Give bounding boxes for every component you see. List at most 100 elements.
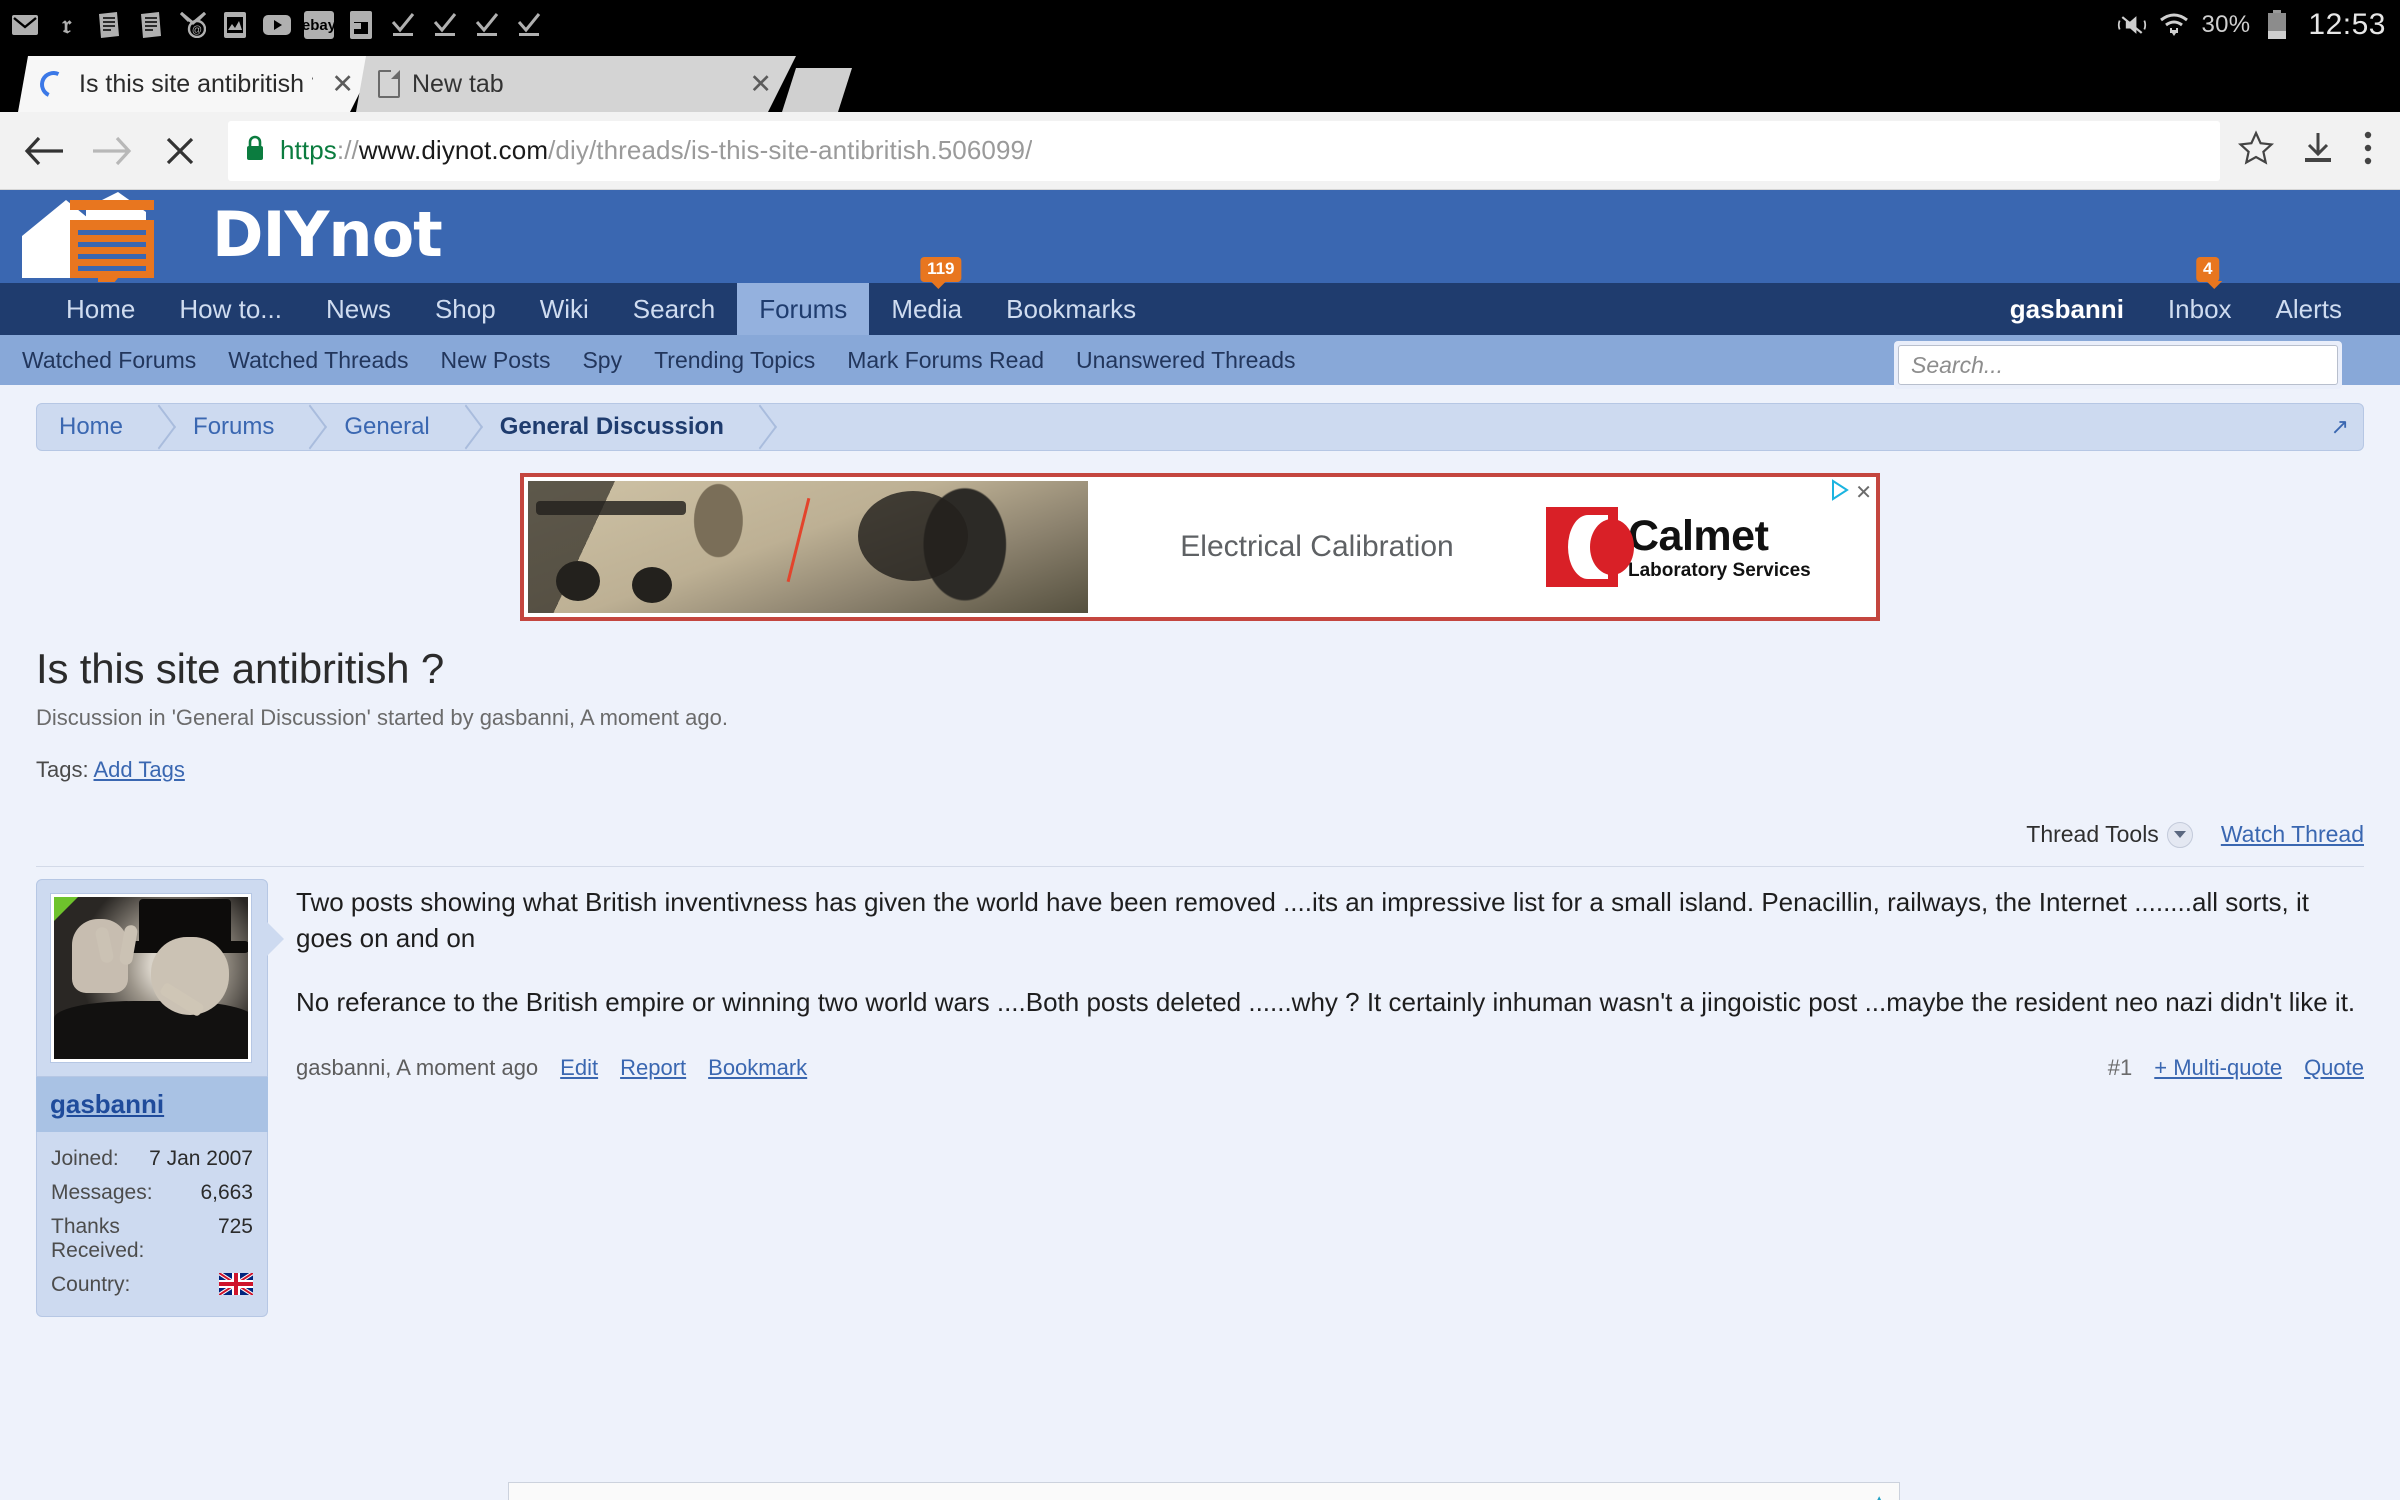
nav-item-alerts[interactable]: Alerts: [2254, 283, 2364, 335]
photos-icon: [220, 10, 250, 40]
main-navigation: Home How to... News Shop Wiki Search For…: [0, 257, 2400, 335]
stat-row-joined: Joined: 7 Jan 2007: [51, 1142, 253, 1176]
stat-row-messages: Messages: 6,663: [51, 1176, 253, 1210]
check-icon: [514, 10, 544, 40]
breadcrumb-item-home[interactable]: Home: [37, 404, 145, 450]
nav-item-account[interactable]: gasbanni: [1988, 283, 2146, 335]
post-number: #1: [2107, 1054, 2133, 1080]
watch-thread-link[interactable]: Watch Thread: [2221, 821, 2364, 848]
loading-spinner-icon: [36, 66, 71, 102]
ad-brand: Calmet Laboratory Services: [1546, 477, 1876, 617]
subnav-spy[interactable]: Spy: [582, 347, 622, 374]
post-container: gasbanni Joined: 7 Jan 2007 Messages: 6,…: [0, 867, 2400, 1317]
tab-close-icon[interactable]: ✕: [743, 70, 778, 98]
stop-loading-button[interactable]: [150, 121, 210, 181]
overflow-menu-icon[interactable]: [2362, 130, 2374, 171]
subnav-watched-forums[interactable]: Watched Forums: [22, 347, 196, 374]
stat-row-thanks: Thanks Received: 725: [51, 1210, 253, 1268]
nav-item-news[interactable]: News: [304, 283, 413, 335]
ad-banner[interactable]: Electrical Calibration Calmet Laboratory…: [520, 473, 1880, 621]
stat-value: 7 Jan 2007: [149, 1147, 253, 1170]
cursor-icon: ▲: [1869, 1491, 1889, 1500]
subnav-new-posts[interactable]: New Posts: [441, 347, 551, 374]
breadcrumb-container: Home Forums General General Discussion ↗: [0, 385, 2400, 451]
add-tags-link[interactable]: Add Tags: [94, 757, 185, 782]
breadcrumb-item-general-discussion[interactable]: General Discussion: [478, 404, 746, 450]
report-link[interactable]: Report: [620, 1055, 686, 1081]
breadcrumb-item-general[interactable]: General: [322, 404, 451, 450]
svg-text:@: @: [192, 25, 202, 36]
url-separator: ://: [336, 135, 359, 165]
breadcrumb-item-forums[interactable]: Forums: [171, 404, 296, 450]
youtube-icon: [262, 10, 292, 40]
nav-item-forums[interactable]: Forums: [737, 283, 870, 335]
browser-toolbar: https://www.diynot.com/diy/threads/is-th…: [0, 112, 2400, 190]
tab-close-icon[interactable]: ✕: [325, 70, 360, 98]
nav-item-media[interactable]: 119 Media: [869, 257, 984, 335]
status-clock: 12:53: [2308, 8, 2386, 41]
subnav-watched-threads[interactable]: Watched Threads: [228, 347, 408, 374]
breadcrumb-label: Forums: [193, 413, 275, 440]
avatar[interactable]: [50, 893, 252, 1063]
check-icon: [388, 10, 418, 40]
avatar-card: [36, 879, 284, 1077]
url-bar[interactable]: https://www.diynot.com/diy/threads/is-th…: [228, 120, 2220, 181]
bottom-partial-panel: ▲: [508, 1482, 1900, 1500]
quote-link[interactable]: Quote: [2304, 1055, 2364, 1081]
star-icon[interactable]: [2237, 130, 2275, 171]
breadcrumb-label: Home: [59, 413, 124, 440]
nav-label: Bookmarks: [1006, 293, 1137, 324]
breadcrumb-label: General: [344, 413, 430, 440]
thread-tools-label: Thread Tools: [2026, 821, 2159, 847]
stat-label: Thanks Received:: [51, 1215, 145, 1262]
sub-navigation: Watched Forums Watched Threads New Posts…: [0, 335, 2400, 389]
nav-item-inbox[interactable]: 4 Inbox: [2146, 257, 2254, 335]
check-icon: [472, 10, 502, 40]
thread-tools-button[interactable]: Thread Tools: [2026, 821, 2193, 848]
breadcrumb-expand-icon[interactable]: ↗: [2331, 414, 2349, 440]
nav-item-shop[interactable]: Shop: [413, 283, 518, 335]
nav-item-how-to[interactable]: How to...: [157, 283, 304, 335]
ad-close-icon[interactable]: ✕: [1855, 480, 1872, 505]
nav-label: Shop: [434, 293, 496, 324]
thread-title: Is this site antibritish ?: [36, 645, 444, 692]
post-username-link[interactable]: gasbanni: [50, 1089, 164, 1119]
back-button[interactable]: [14, 121, 74, 181]
subnav-mark-forums-read[interactable]: Mark Forums Read: [847, 347, 1044, 374]
nav-item-search[interactable]: Search: [611, 283, 737, 335]
nav-item-bookmarks[interactable]: Bookmarks: [984, 283, 1158, 335]
android-status-bar: 𝔯 @ ebay 30% 12:53: [0, 0, 2400, 50]
multi-quote-link[interactable]: + Multi-quote: [2154, 1055, 2282, 1081]
forward-button: [82, 121, 142, 181]
subnav-trending-topics[interactable]: Trending Topics: [654, 347, 815, 374]
search-input[interactable]: Search...: [1898, 345, 2338, 385]
nav-label: Inbox: [2167, 293, 2232, 324]
page-icon: [378, 70, 400, 98]
edit-link[interactable]: Edit: [560, 1055, 598, 1081]
media-badge: 119: [920, 257, 962, 289]
nav-item-home[interactable]: Home: [44, 283, 157, 335]
download-icon[interactable]: [2300, 130, 2336, 171]
post-paragraph: No referance to the British empire or wi…: [296, 986, 2356, 1017]
user-stats: Joined: 7 Jan 2007 Messages: 6,663 Thank…: [36, 1132, 268, 1317]
flipboard-icon: [346, 10, 376, 40]
news-icon-2: [136, 10, 166, 40]
bookmark-link[interactable]: Bookmark: [708, 1055, 807, 1081]
site-logo[interactable]: DIYnot: [14, 190, 443, 282]
stat-value: 725: [217, 1215, 253, 1238]
browser-tab-active[interactable]: Is this site antibritish ? | DIYn ✕: [18, 56, 378, 112]
ad-brand-name: Calmet: [1628, 511, 1769, 560]
chevron-down-icon[interactable]: [2166, 821, 2193, 848]
check-icon: [430, 10, 460, 40]
calmet-logo-icon: [1546, 507, 1634, 587]
adchoices-icon[interactable]: [1831, 479, 1851, 506]
subnav-unanswered-threads[interactable]: Unanswered Threads: [1076, 347, 1295, 374]
nav-label: Search: [632, 293, 716, 324]
browser-tab-newtab[interactable]: New tab ✕: [356, 56, 796, 112]
search-container: Search...: [1894, 341, 2342, 389]
ad-image: [528, 481, 1088, 613]
nav-item-wiki[interactable]: Wiki: [518, 283, 611, 335]
breadcrumb-chevron-icon: [296, 404, 322, 450]
thread-tags-row: Tags: Add Tags: [36, 757, 2364, 783]
post-user-panel: gasbanni Joined: 7 Jan 2007 Messages: 6,…: [36, 879, 284, 1317]
